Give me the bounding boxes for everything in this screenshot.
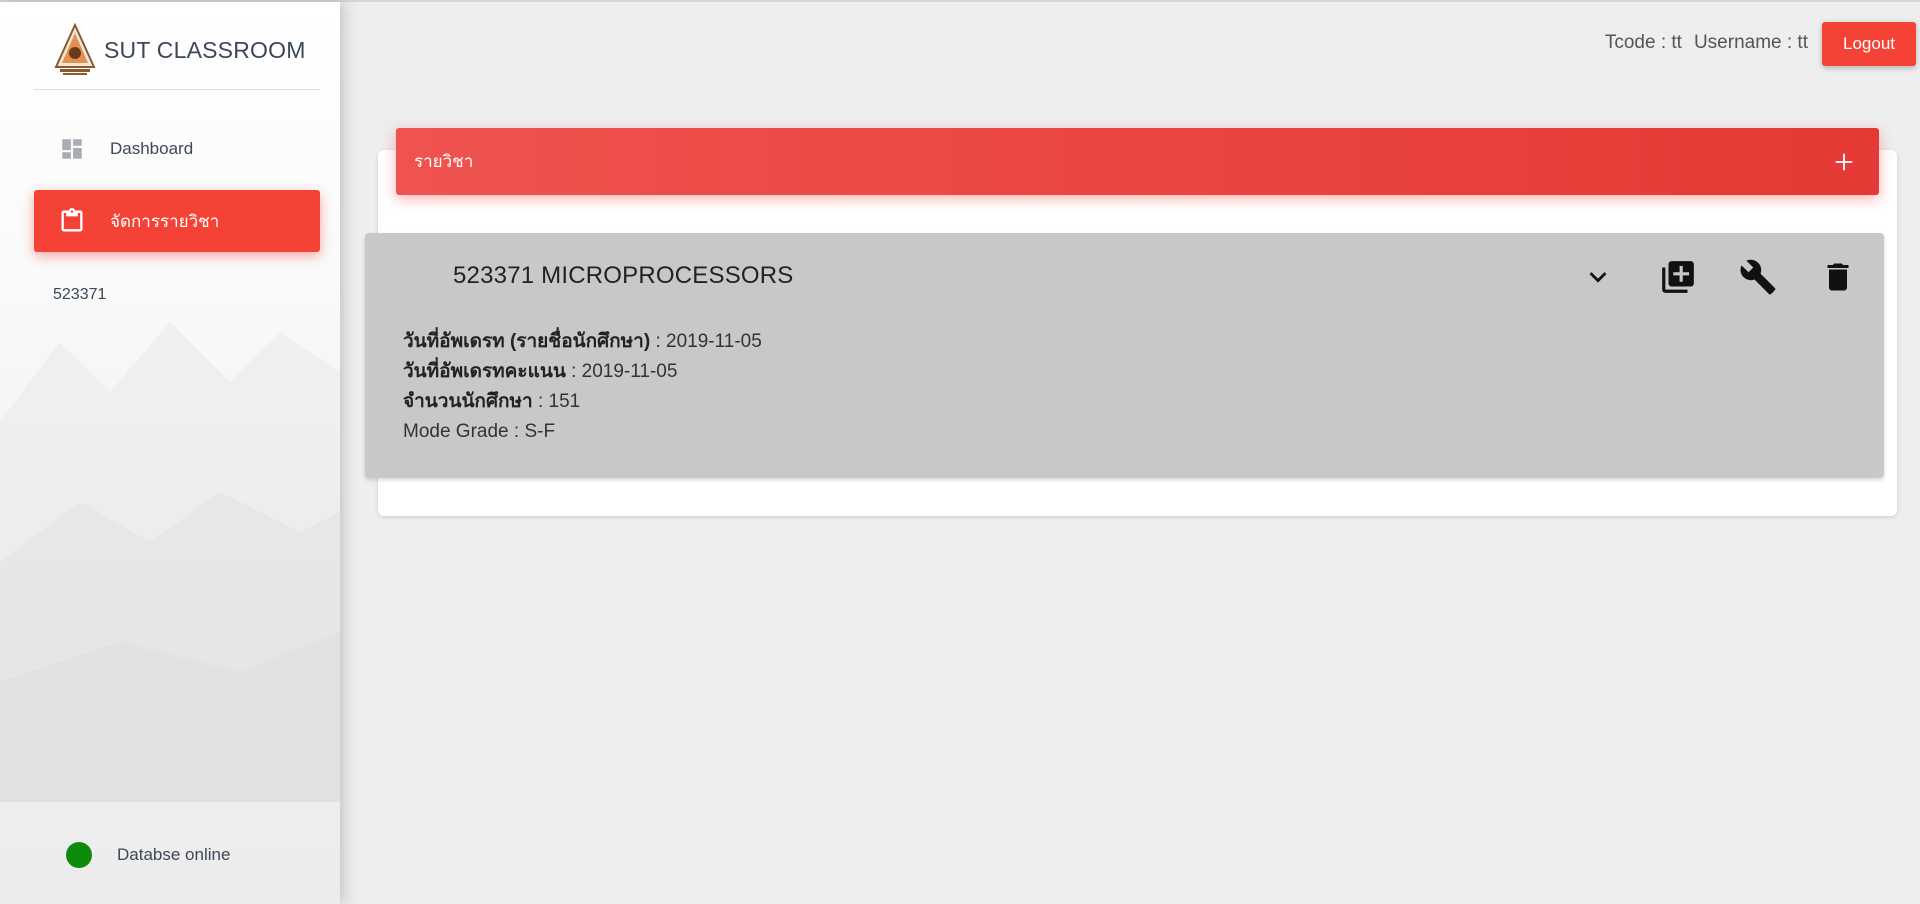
sidebar-background-image xyxy=(0,322,340,802)
user-info: Tcode : tt Username : tt xyxy=(1605,32,1808,54)
course-panel: 523371 MICROPROCESSORS วันที่อัพเดรท (รา… xyxy=(365,233,1884,478)
sidebar-subitem-course[interactable]: 523371 xyxy=(53,286,106,304)
detail-label: วันที่อัพเดรทคะแนน xyxy=(403,361,566,382)
detail-label: วันที่อัพเดรท (รายชื่อนักศึกษา) xyxy=(403,331,651,352)
chevron-down-icon[interactable] xyxy=(1576,255,1620,299)
course-actions xyxy=(1576,255,1860,299)
sidebar-item-manage-courses[interactable]: จัดการรายวิชา xyxy=(34,190,320,252)
course-details: วันที่อัพเดรท (รายชื่อนักศึกษา) : 2019-1… xyxy=(403,327,762,447)
username-text: Username : tt xyxy=(1693,32,1808,53)
plus-icon[interactable] xyxy=(1833,151,1855,173)
detail-value: : 2019-11-05 xyxy=(565,361,678,382)
sidebar-item-label: จัดการรายวิชา xyxy=(110,211,220,231)
detail-row: จำนวนนักศึกษา : 151 xyxy=(403,387,762,417)
detail-row: วันที่อัพเดรท (รายชื่อนักศึกษา) : 2019-1… xyxy=(403,327,762,357)
logout-button[interactable]: Logout xyxy=(1822,22,1916,66)
detail-row: วันที่อัพเดรทคะแนน : 2019-11-05 xyxy=(403,357,762,387)
clipboard-icon xyxy=(58,207,86,235)
dashboard-icon xyxy=(58,135,86,163)
database-status: Databse online xyxy=(66,842,230,868)
courses-card-header: รายวิชา xyxy=(396,128,1879,195)
detail-value: : S-F xyxy=(508,421,556,442)
detail-value: : 2019-11-05 xyxy=(650,331,762,352)
sidebar-item-label: Dashboard xyxy=(110,139,194,158)
tcode-text: Tcode : tt xyxy=(1604,32,1682,53)
courses-card-title: รายวิชา xyxy=(414,152,474,171)
trash-icon[interactable] xyxy=(1816,255,1860,299)
library-add-icon[interactable] xyxy=(1656,255,1700,299)
detail-value: : 151 xyxy=(532,391,581,412)
detail-row: Mode Grade : S-F xyxy=(403,417,762,447)
app-title: SUT CLASSROOM xyxy=(104,36,306,63)
app-logo[interactable]: SUT CLASSROOM xyxy=(52,22,306,78)
detail-label: Mode Grade xyxy=(403,421,509,442)
status-dot-icon xyxy=(66,842,92,868)
divider xyxy=(34,89,320,90)
university-seal-icon xyxy=(54,23,96,75)
detail-label: จำนวนนักศึกษา xyxy=(403,391,533,412)
database-status-label: Databse online xyxy=(117,845,231,864)
wrench-icon[interactable] xyxy=(1736,255,1780,299)
course-name: 523371 MICROPROCESSORS xyxy=(453,262,794,289)
sidebar: SUT CLASSROOM Dashboard จัดการรายวิชา 52… xyxy=(0,2,340,904)
sidebar-item-dashboard[interactable]: Dashboard xyxy=(34,118,320,180)
